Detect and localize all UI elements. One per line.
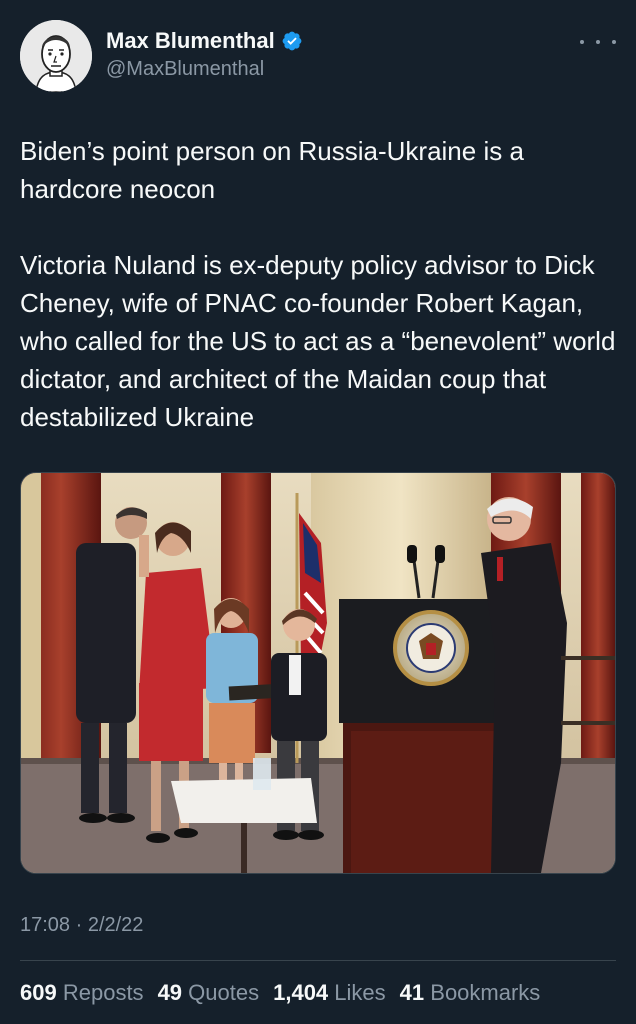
tweet-paragraph: Biden’s point person on Russia-Ukraine i… [20, 136, 524, 204]
reposts-stat[interactable]: 609 Reposts [20, 980, 144, 1006]
author-names: Max Blumenthal @MaxBlumenthal [106, 26, 303, 81]
tweet-header: Max Blumenthal @MaxBlumenthal [20, 20, 616, 92]
verified-badge-icon[interactable] [281, 30, 303, 52]
handle[interactable]: @MaxBlumenthal [106, 58, 303, 81]
bookmarks-stat[interactable]: 41 Bookmarks [400, 980, 541, 1006]
tweet-text: Biden’s point person on Russia-Ukraine i… [20, 132, 616, 436]
avatar-illustration [20, 20, 92, 92]
quotes-stat[interactable]: 49 Quotes [158, 980, 260, 1006]
more-options-icon[interactable] [580, 32, 616, 52]
divider [20, 960, 616, 961]
tweet-paragraph: Victoria Nuland is ex-deputy policy advi… [20, 250, 616, 432]
tweet-detail: Max Blumenthal @MaxBlumenthal Biden’s po… [0, 0, 636, 1024]
display-name[interactable]: Max Blumenthal [106, 28, 275, 54]
engagement-stats: 609 Reposts 49 Quotes 1,404 Likes 41 Boo… [20, 980, 540, 1006]
tweet-timestamp[interactable]: 17:08 · 2/2/22 [20, 914, 143, 937]
tweet-photo[interactable] [20, 472, 616, 874]
likes-stat[interactable]: 1,404 Likes [273, 980, 386, 1006]
avatar[interactable] [20, 20, 92, 92]
photo-swearing-in-ceremony [21, 473, 615, 873]
